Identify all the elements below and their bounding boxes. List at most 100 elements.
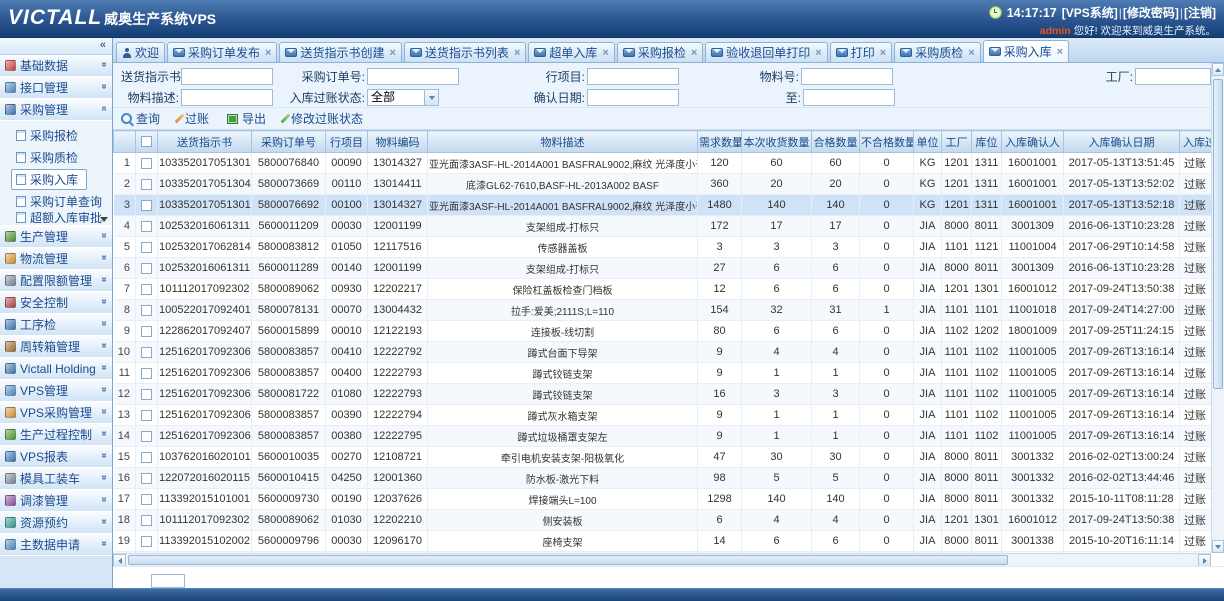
tab-close-icon[interactable]: × (602, 48, 608, 58)
horizontal-scroll-thumb[interactable] (128, 555, 1008, 565)
filter-confirm-date-to-input[interactable] (803, 89, 895, 106)
tab-delivery-note-create[interactable]: 送货指示书创建× (279, 42, 401, 62)
scroll-up-button[interactable] (1212, 63, 1224, 76)
table-row[interactable]: 610253201606131156000112890014012001199支… (114, 258, 1212, 279)
link-vps-system[interactable]: [VPS系统] (1062, 6, 1118, 20)
table-row[interactable]: 210335201705130458000736690011013014411底… (114, 174, 1212, 195)
row-checkbox[interactable] (141, 200, 152, 211)
tab-acceptance-return-print[interactable]: 验收退回单打印× (705, 42, 827, 62)
tab-print[interactable]: 打印× (830, 42, 892, 62)
table-row[interactable]: 810052201709240158000781310007013004432拉… (114, 300, 1212, 321)
sidebar-group-mold-tooling-cart[interactable]: 模具工装车« (0, 468, 112, 490)
tab-close-icon[interactable]: × (880, 48, 886, 58)
table-row[interactable]: 710111201709230258000890620093012202217保… (114, 279, 1212, 300)
tab-close-icon[interactable]: × (1057, 47, 1063, 57)
row-checkbox[interactable] (141, 326, 152, 337)
table-row[interactable]: 1810111201709230258000890620103012202210… (114, 510, 1212, 531)
pagination-input[interactable] (151, 574, 185, 588)
sidebar-group-paint-mgmt[interactable]: 调漆管理« (0, 490, 112, 512)
table-row[interactable]: 110335201705130158000768400009013014327亚… (114, 153, 1212, 174)
sidebar-group-security-control[interactable]: 安全控制« (0, 292, 112, 314)
sidebar-group-turnover-box-mgmt[interactable]: 周转箱管理« (0, 336, 112, 358)
sidebar-group-victall-holding[interactable]: Victall Holding« (0, 358, 112, 380)
table-row[interactable]: 310335201705130158000766920010013014327亚… (114, 195, 1212, 216)
filter-line-item-input[interactable] (587, 68, 679, 85)
sidebar-group-purchase-mgmt[interactable]: 采购管理« (0, 99, 112, 121)
sidebar-group-basic-data[interactable]: 基础数据« (0, 55, 112, 77)
filter-plant-input[interactable] (1135, 68, 1211, 85)
toolbar-post-button[interactable]: 过账 (178, 110, 209, 127)
tab-purchase-inspection[interactable]: 采购报检× (617, 42, 703, 62)
row-checkbox[interactable] (141, 494, 152, 505)
toolbar-query-button[interactable]: 查询 (121, 110, 160, 127)
sidebar-group-production-mgmt[interactable]: 生产管理« (0, 226, 112, 248)
horizontal-scrollbar[interactable] (113, 553, 1211, 566)
table-row[interactable]: 510253201706281458000838120105012117516传… (114, 237, 1212, 258)
row-checkbox[interactable] (141, 410, 152, 421)
row-checkbox[interactable] (141, 473, 152, 484)
vertical-scrollbar[interactable] (1211, 63, 1224, 553)
filter-material-no-input[interactable] (801, 68, 893, 85)
sidebar-group-vps-report[interactable]: VPS报表« (0, 446, 112, 468)
table-row[interactable]: 912286201709240756000158990001012122193连… (114, 321, 1212, 342)
select-all-checkbox[interactable] (141, 136, 152, 147)
toolbar-export-button[interactable]: 导出 (227, 110, 266, 127)
sidebar-group-production-process-control[interactable]: 生产过程控制« (0, 424, 112, 446)
sidebar-item-over-quota-inbound-approval[interactable]: 超额入库审批 (0, 212, 112, 223)
sidebar-item-purchase-quality[interactable]: 采购质检 (0, 146, 112, 168)
sidebar-group-master-data-request[interactable]: 主数据申请« (0, 534, 112, 556)
sidebar-group-resource-reservation[interactable]: 资源预约« (0, 512, 112, 534)
sidebar-group-process-inspection[interactable]: 工序检« (0, 314, 112, 336)
row-checkbox[interactable] (141, 263, 152, 274)
vertical-scroll-thumb[interactable] (1213, 79, 1223, 389)
tab-welcome[interactable]: 欢迎 (116, 42, 165, 62)
tab-delivery-note-list[interactable]: 送货指示书列表× (404, 42, 526, 62)
submenu-scroll-down-icon[interactable] (100, 217, 108, 222)
link-change-password[interactable]: [修改密码] (1123, 6, 1179, 20)
tab-close-icon[interactable]: × (691, 48, 697, 58)
scroll-down-button[interactable] (1212, 540, 1224, 553)
tab-purchase-order-publish[interactable]: 采购订单发布× (167, 42, 277, 62)
tab-close-icon[interactable]: × (389, 48, 395, 58)
row-checkbox[interactable] (141, 305, 152, 316)
tab-close-icon[interactable]: × (968, 48, 974, 58)
sidebar-collapse-button[interactable]: « (0, 38, 112, 55)
table-row[interactable]: 410253201606131156000112090003012001199支… (114, 216, 1212, 237)
row-checkbox[interactable] (141, 284, 152, 295)
tab-purchase-quality[interactable]: 采购质检× (894, 42, 980, 62)
row-checkbox[interactable] (141, 452, 152, 463)
table-row[interactable]: 1510376201602010156000100350027012108721… (114, 447, 1212, 468)
sidebar-item-purchase-inbound[interactable]: 采购入库 (0, 168, 112, 190)
row-checkbox[interactable] (141, 179, 152, 190)
sidebar-group-interface-mgmt[interactable]: 接口管理« (0, 77, 112, 99)
sidebar-group-vps-mgmt[interactable]: VPS管理« (0, 380, 112, 402)
tab-purchase-inbound[interactable]: 采购入库× (983, 40, 1069, 62)
row-checkbox[interactable] (141, 221, 152, 232)
sidebar-group-logistics-mgmt[interactable]: 物流管理« (0, 248, 112, 270)
sidebar-item-purchase-inspection[interactable]: 采购报检 (0, 124, 112, 146)
filter-inbound-posting-status-select[interactable]: 全部 (367, 89, 439, 106)
row-checkbox[interactable] (141, 389, 152, 400)
sidebar-group-vps-purchase-mgmt[interactable]: VPS采购管理« (0, 402, 112, 424)
tab-close-icon[interactable]: × (815, 48, 821, 58)
row-checkbox[interactable] (141, 242, 152, 253)
row-checkbox[interactable] (141, 536, 152, 547)
sidebar-group-quota-config-mgmt[interactable]: 配置限额管理« (0, 270, 112, 292)
table-row[interactable]: 1612207201602011556000104150425012001360… (114, 468, 1212, 489)
table-row[interactable]: 1312516201709230658000838570039012222794… (114, 405, 1212, 426)
table-row[interactable]: 1112516201709230658000838570040012222793… (114, 363, 1212, 384)
row-checkbox[interactable] (141, 515, 152, 526)
filter-purchase-order-no-input[interactable] (367, 68, 459, 85)
table-row[interactable]: 1711339201510100156000097300019012037626… (114, 489, 1212, 510)
filter-material-desc-input[interactable] (181, 89, 273, 106)
sidebar-item-purchase-order-query[interactable]: 采购订单查询 (0, 190, 112, 212)
row-checkbox[interactable] (141, 158, 152, 169)
tab-close-icon[interactable]: × (514, 48, 520, 58)
table-row[interactable]: 1212516201709230658000817220108012222793… (114, 384, 1212, 405)
tab-over-order-inbound[interactable]: 超单入库× (528, 42, 614, 62)
filter-confirm-date-from-input[interactable] (587, 89, 679, 106)
link-logout[interactable]: [注销] (1184, 6, 1216, 20)
row-checkbox[interactable] (141, 347, 152, 358)
filter-delivery-note-input[interactable] (181, 68, 273, 85)
table-row[interactable]: 1012516201709230658000838570041012222792… (114, 342, 1212, 363)
